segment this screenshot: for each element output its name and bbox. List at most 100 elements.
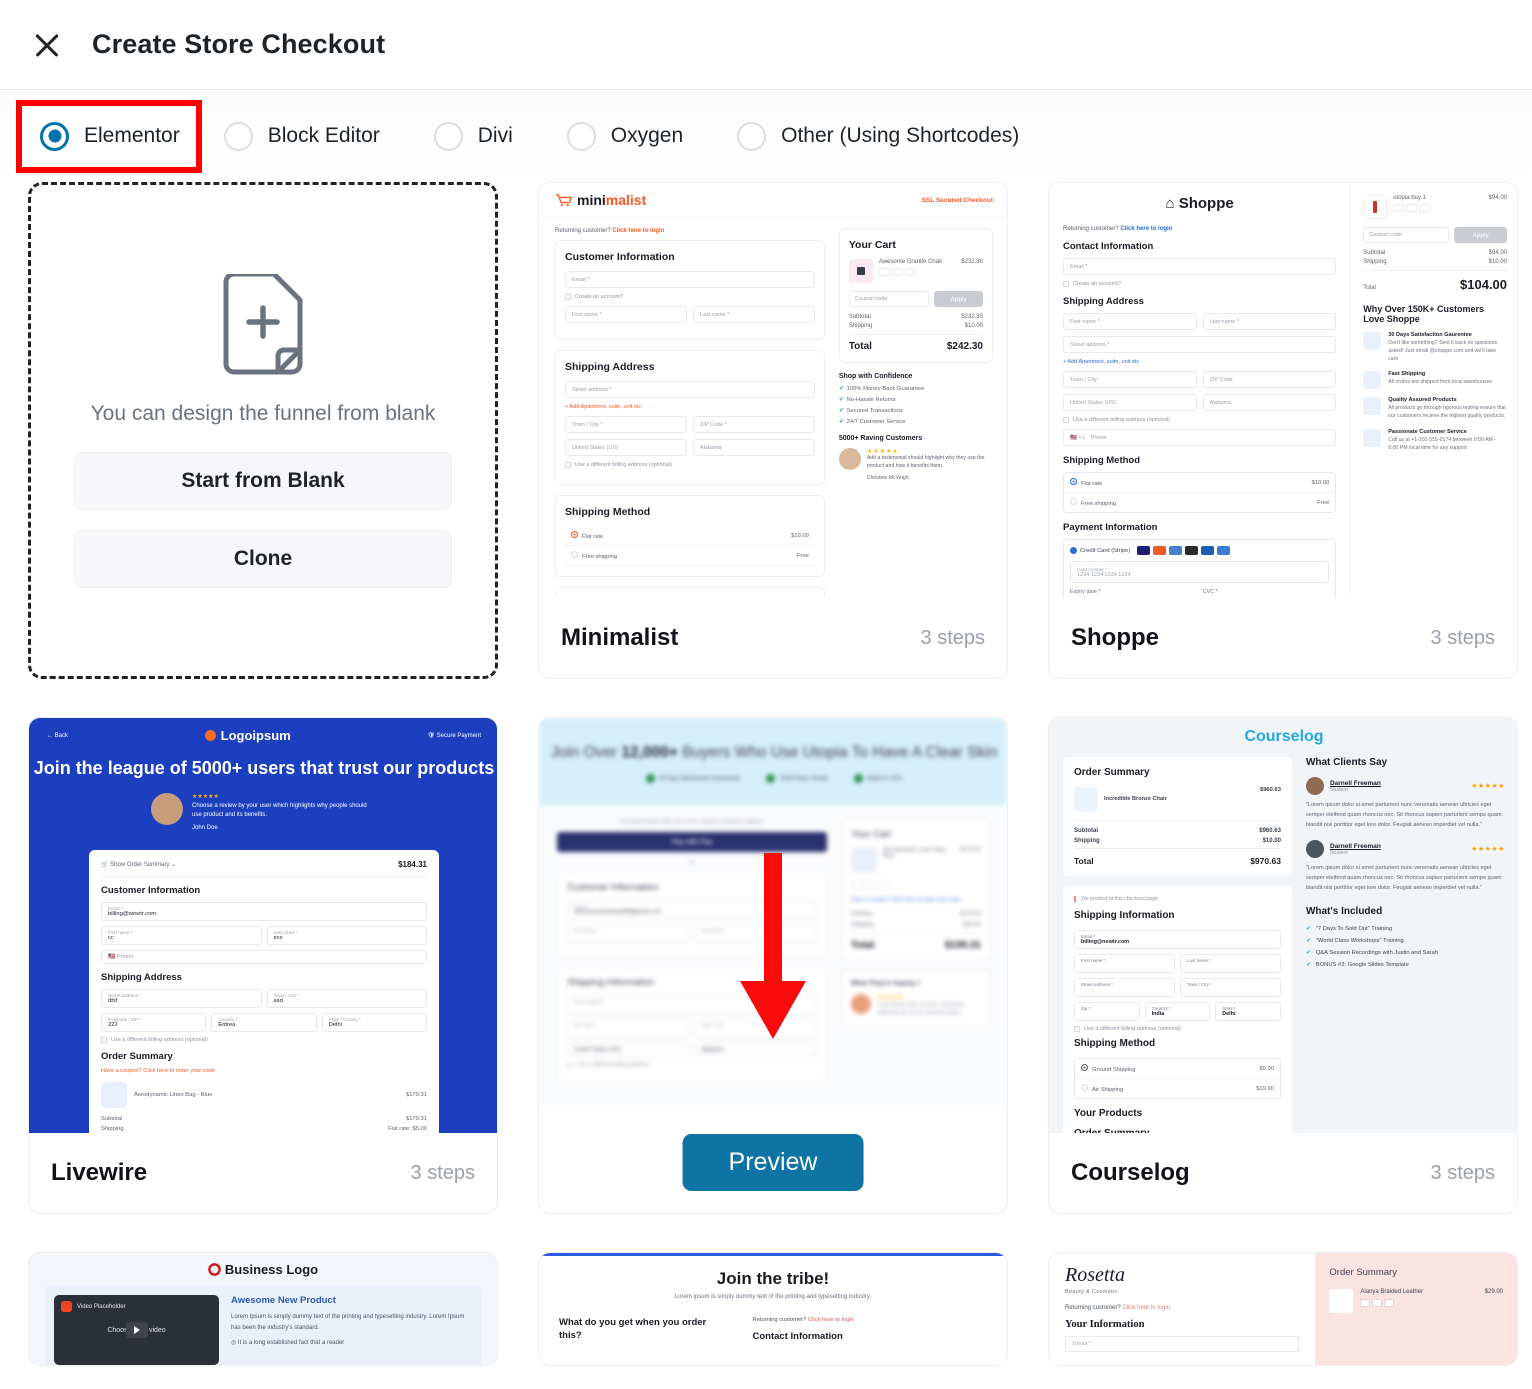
thumb-headline: Join Over 12,000+ Buyers Who Use Utopia … [550,744,998,761]
thumb-subtotal: Subtotal $232.30 [848,314,983,320]
template-card-rosetta[interactable]: Rosetta Beauty & Cosmetic Returning cust… [1048,1252,1518,1366]
thumb-section-title: Contact Information [752,1331,843,1342]
thumb-headline: Awesome New Product [231,1295,336,1306]
template-card-livewire[interactable]: ← Back Logoipsum 🛡 Secure Payment Join t… [28,717,498,1214]
thumb-product-image [848,259,873,283]
thumb-feature: 30 Days Satisfaction Gaurentee Don't like… [1363,332,1507,363]
thumb-returning-customer: Returning customer? Click here to login [752,1317,855,1323]
support-icon [1363,428,1382,447]
thumb-product-name: utopia buy 1 [1393,195,1426,201]
thumb-product-price: $179.31 [406,1091,427,1098]
truck-icon [1363,371,1382,390]
radio-other[interactable] [737,121,767,151]
template-card-minimalist[interactable]: minimalist SSL Secured Checkout Returnin… [538,182,1008,679]
template-footer: Shoppe 3 steps [1049,598,1517,678]
editor-option-block-editor[interactable]: Block Editor [216,116,388,157]
blank-card-description: You can design the funnel from blank [90,401,436,425]
thumb-logo: Business Logo [45,1262,481,1277]
editor-option-label: Other (Using Shortcodes) [781,124,1020,147]
template-thumbnail: Join Over 12,000+ Buyers Who Use Utopia … [539,718,1007,1133]
thumb-feature: Quality Assured Products All products go … [1363,397,1507,421]
thumb-section-title: Customer Information [565,251,675,263]
thumb-logo: Logoipsum [204,728,291,743]
thumb-logo-sub: Beauty & Cosmetic [1065,1289,1118,1295]
editor-option-divi[interactable]: Divi [426,116,521,157]
thumb-feature: Passionate Customer Service Call us at +1… [1363,428,1507,453]
thumb-confidence-item: ✔ 100% Money-Back Guarantee [838,386,925,392]
thumb-field-street: Street address * [565,381,815,398]
thumb-field-state: Alabama [694,1043,817,1057]
template-card-tribe[interactable]: Join the tribe! Lorem ipsum is simply du… [538,1252,1008,1366]
thumb-product-name: Awesome Granite Chair [878,259,943,265]
thumb-product-image [1329,1289,1354,1313]
thumb-confidence-item: ✔ 24/7 Customer Service [838,419,906,425]
thumb-secure-badge: 🛡 Secure Payment [427,733,481,739]
thumb-review: Darnell Freeman Student ★★★★★ "Lorem ipsu… [1305,777,1505,830]
thumb-logo: minimalist [555,192,646,208]
editor-option-elementor[interactable]: Elementor [16,99,202,173]
template-card-utopia[interactable]: Join Over 12,000+ Buyers Who Use Utopia … [538,717,1008,1214]
template-card-shoppe[interactable]: ⌂ Shoppe Returning customer? Click here … [1048,182,1518,679]
thumb-field-email: Email * billing@wisetr.com [101,901,427,921]
play-icon [125,1322,148,1338]
thumb-avatar [1305,777,1324,795]
thumb-review: Darnell Freeman Student ★★★★★ "Lorem ipsu… [1305,840,1505,893]
close-icon[interactable] [30,28,64,62]
template-card-courselog[interactable]: Courselog Order Summary Incredible Bronz… [1048,717,1518,1214]
thumb-field-state: State * Delhi [1215,1002,1281,1021]
thumb-field-zip: ZIP Code [1202,371,1337,388]
thumb-product-price: $179.31 [960,847,981,853]
start-from-blank-button[interactable]: Start from Blank [74,451,452,510]
thumb-stars: ★★★★★ [1471,783,1505,790]
thumb-total: Total $199.31 [851,933,981,951]
thumb-payment-option: Credit Card (Stripe) [1070,546,1329,555]
editor-option-other[interactable]: Other (Using Shortcodes) [729,116,1027,157]
template-thumbnail: Business Logo Video Placeholder Choose y… [29,1253,497,1365]
thumb-stars: ★★★★★ [192,793,219,800]
template-card-business[interactable]: Business Logo Video Placeholder Choose y… [28,1252,498,1366]
thumb-subtotal: Subtotal $179.31 [101,1115,427,1122]
thumb-section-title: Your Information [1065,1319,1145,1330]
page-title: Create Store Checkout [92,29,386,59]
thumb-section-title: Your Products [1074,1108,1143,1119]
thumb-field-street: Street address * [1074,978,1175,997]
preview-button[interactable]: Preview [682,1134,864,1191]
radio-block-editor[interactable] [223,121,253,151]
radio-oxygen[interactable] [566,121,596,151]
editor-option-oxygen[interactable]: Oxygen [559,116,691,157]
thumb-subtotal: Subtotal $960.63 [1074,828,1281,834]
thumb-confidence-item: ✔ No-Hassle Returns [838,397,896,403]
thumb-field-street: Street address * dfsf [101,988,262,1008]
thumb-returning-customer: Returning customer? Click here to login [555,228,665,234]
thumb-testimonial: Add a testimonial should highlight why t… [866,455,985,469]
thumb-order-summary-toggle: 🛒 Show Order Summary ⌄ $184.31 [101,860,427,877]
thumb-included-title: What's Included [1305,905,1383,917]
thumb-check-billing: Use a different billing address (optiona… [1074,1026,1281,1032]
thumb-coupon-input: Coupon code [1363,227,1450,243]
thumb-apply-button: Apply [1454,227,1507,243]
thumb-why-title: Why Over 150K+ Customers Love Shoppe [1363,304,1484,324]
thumb-field-country: Country * Eritrea [211,1012,317,1032]
thumb-bullet: ◎ It is a long established fact that a r… [231,1340,345,1346]
thumb-avatar [1305,840,1324,859]
thumb-field-town: Town / City * [565,416,687,433]
thumb-included-item: ✔ BONUS #3: Google Slides Template [1305,961,1409,968]
thumb-back-link: ← Back [47,732,69,739]
clone-button[interactable]: Clone [74,529,452,588]
thumb-logo: Courselog [1244,728,1324,745]
thumb-add-apartment: + Add Apartment, suite, unit etc [1063,359,1140,365]
thumb-product-name: Alanya Braided Leather [1360,1289,1424,1295]
thumb-product-name: Aerodynamic Linen Bag - Blue [134,1091,213,1098]
editor-option-label: Divi [477,124,513,147]
radio-divi[interactable] [433,121,463,151]
template-name: Courselog [1071,1159,1190,1186]
thumb-section-title: Customer Information [567,882,659,893]
thumb-field-town: Town / City * [1179,978,1281,997]
thumb-coupon-link: Have a coupon? Click here to enter your … [851,897,961,903]
radio-elementor[interactable] [40,121,69,151]
thumb-review: Choose a review by your user which highl… [192,802,367,819]
thumb-stars: ★★★★★ [1471,846,1505,854]
thumb-included-item: ✔ "World Class Workshops" Training [1305,937,1404,944]
thumb-field-town: Town / City * asd [266,988,427,1008]
thumb-cart-title: Your Cart [848,239,896,251]
